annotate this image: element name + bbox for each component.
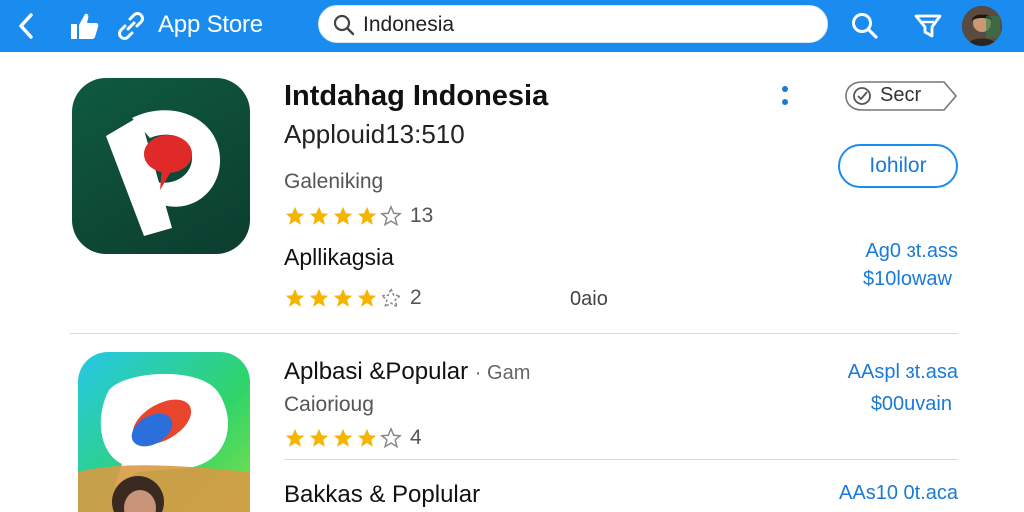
star-filled-icon — [333, 206, 353, 225]
star-filled-icon — [285, 206, 305, 225]
search-icon — [333, 14, 355, 36]
app-icon[interactable] — [72, 78, 250, 254]
star-filled-icon — [333, 428, 353, 447]
star-filled-icon — [285, 288, 305, 307]
rating-stars: 2 — [284, 286, 422, 310]
search-input[interactable] — [363, 10, 803, 40]
app-icon[interactable] — [78, 352, 250, 512]
price-line: AAspl ɜt.asa — [847, 361, 958, 383]
thumbs-up-icon[interactable] — [66, 8, 102, 44]
install-button[interactable]: Iohilor — [838, 144, 958, 188]
link-icon[interactable] — [114, 10, 148, 42]
star-filled-icon — [309, 206, 329, 225]
rating-count: 13 — [410, 204, 434, 227]
rating-stars: 13 — [284, 204, 433, 228]
app-category: Galeniking — [284, 170, 384, 193]
secondary-action-button[interactable]: Secr — [844, 78, 960, 114]
star-filled-icon — [285, 428, 305, 447]
app-category: Caiorioug — [284, 393, 374, 416]
star-filled-icon — [333, 288, 353, 307]
filter-icon[interactable] — [910, 9, 946, 43]
search-bar[interactable] — [318, 5, 828, 43]
rating-count: 2 — [410, 286, 422, 309]
star-empty-icon — [380, 427, 402, 449]
star-half-icon — [380, 287, 402, 309]
app-name[interactable]: Bakkas & Poplular — [284, 481, 480, 509]
star-empty-icon — [380, 205, 402, 227]
rating-stars: 4 — [284, 426, 422, 450]
star-filled-icon — [309, 428, 329, 447]
app-title: App Store — [158, 11, 263, 38]
more-options-icon[interactable] — [776, 84, 794, 110]
divider — [284, 459, 958, 460]
app-name-text: Aplbasi &Popular — [284, 358, 469, 385]
app-developer: Apllikagsia — [284, 244, 394, 270]
price-line: AAs10 0t.aca — [839, 482, 958, 504]
divider — [70, 333, 958, 334]
price-line: Ag0 ɜt.ass — [865, 240, 958, 262]
price-line: $00uvain — [870, 393, 952, 415]
app-subtitle: Applouid13:510 — [284, 119, 465, 149]
app-name-suffix: · Gam — [474, 362, 531, 384]
app-name[interactable]: Aplbasi &Popular · Gam — [284, 358, 530, 386]
star-filled-icon — [309, 288, 329, 307]
app-name[interactable]: Intdahag Indonesia — [284, 80, 548, 113]
app-meta: 0aio — [570, 288, 608, 310]
rating-count: 4 — [410, 426, 422, 449]
price-line: $10lowaw — [863, 268, 952, 290]
search-button-icon[interactable] — [848, 9, 882, 43]
star-filled-icon — [357, 206, 377, 225]
top-bar: App Store — [0, 0, 1024, 52]
secondary-action-label: Secr — [880, 84, 922, 106]
avatar[interactable] — [962, 6, 1002, 46]
star-filled-icon — [357, 428, 377, 447]
star-filled-icon — [357, 288, 377, 307]
back-icon[interactable] — [12, 10, 40, 42]
